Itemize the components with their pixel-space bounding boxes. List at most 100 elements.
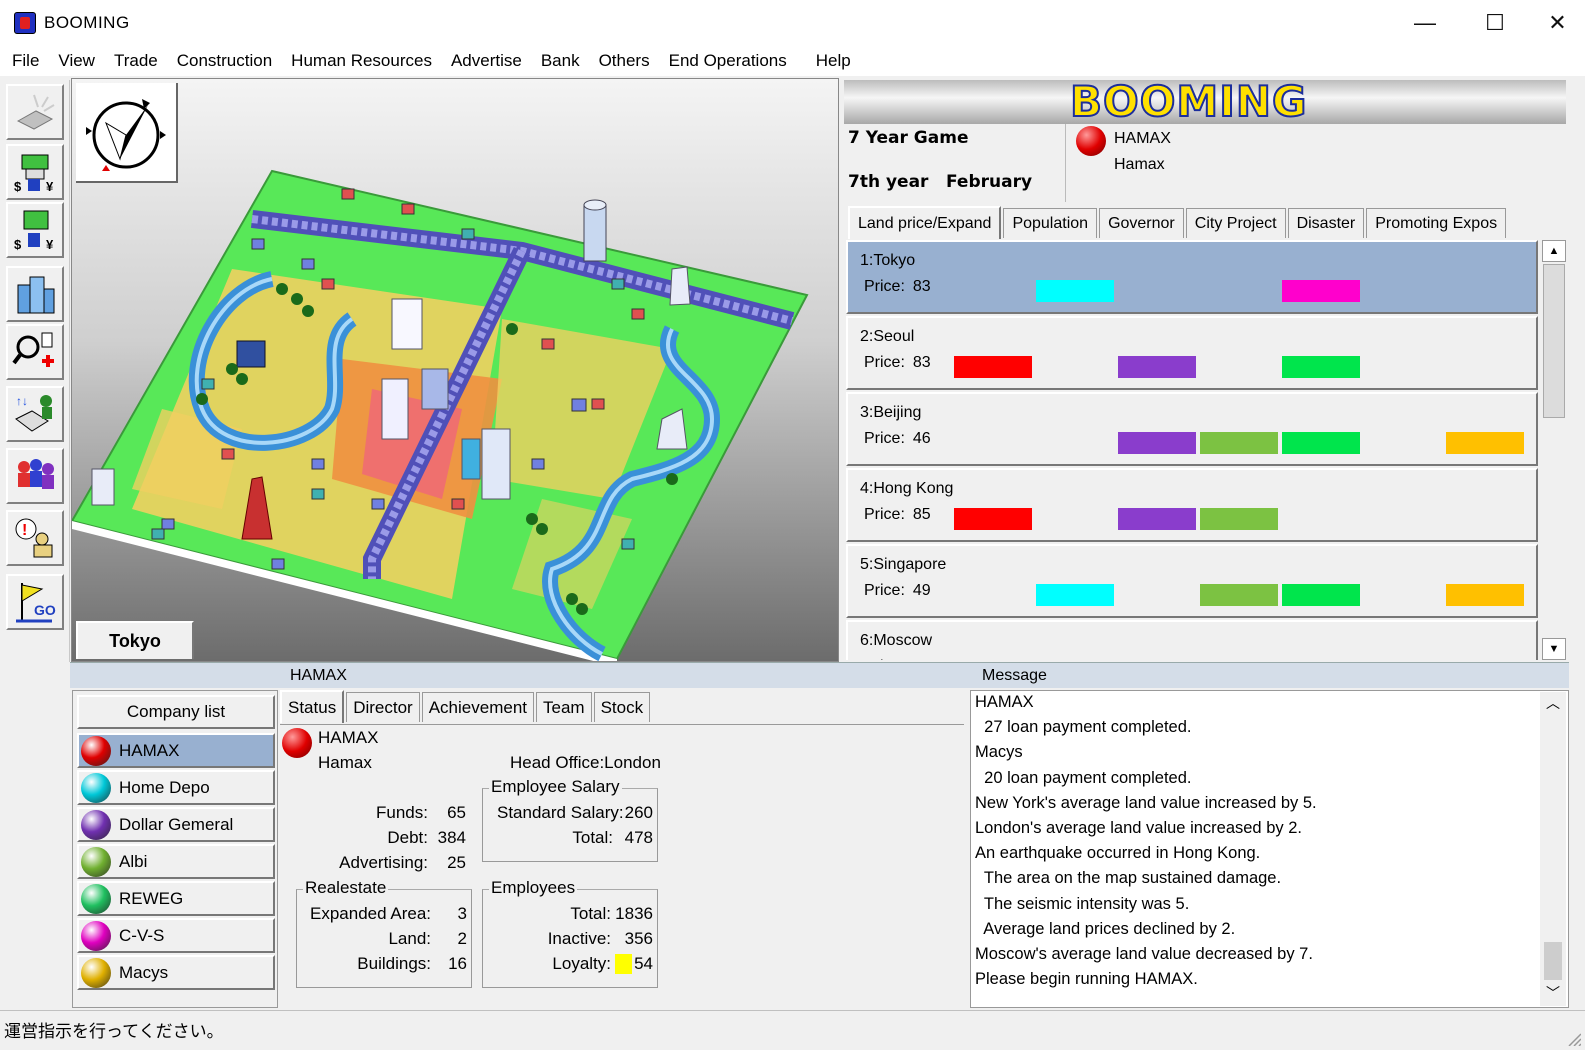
menu-help[interactable]: Help [808, 51, 859, 71]
total-employees-value: 1836 [615, 904, 653, 923]
tab-achievement[interactable]: Achievement [421, 692, 534, 722]
company-row[interactable]: REWEG [77, 881, 275, 916]
city-row[interactable]: 2:Seoul Price: 83 [846, 316, 1538, 390]
maximize-button[interactable]: ☐ [1460, 0, 1530, 46]
menu-bank[interactable]: Bank [533, 51, 588, 71]
price-label: Price: [864, 582, 905, 599]
tab-population[interactable]: Population [1003, 208, 1098, 238]
player-color-icon [1076, 126, 1106, 156]
svg-text:$: $ [14, 179, 22, 194]
city-name-tab[interactable]: Tokyo [76, 621, 194, 659]
company-row[interactable]: C-V-S [77, 918, 275, 953]
company-row[interactable]: Albi [77, 844, 275, 879]
menu-others[interactable]: Others [591, 51, 658, 71]
buy-sell-button[interactable]: $ ¥ [6, 144, 64, 200]
trade-button[interactable]: $ ¥ [6, 202, 64, 258]
company-list-panel: Company list HAMAX Home Depo Dollar Gemera… [72, 690, 278, 1008]
company-row[interactable]: Dollar Gemeral [77, 807, 275, 842]
price-value: 83 [912, 278, 931, 295]
company-expansion-marker [1118, 432, 1196, 454]
svg-text:$: $ [14, 237, 22, 252]
message-scroll-thumb[interactable] [1544, 942, 1562, 980]
city-row[interactable]: 3:Beijing Price: 46 [846, 392, 1538, 466]
menu-view[interactable]: View [50, 51, 103, 71]
company-color-icon [81, 846, 111, 877]
scroll-down-arrow-icon[interactable]: ▼ [1542, 638, 1566, 660]
search-add-button[interactable] [6, 324, 64, 380]
message-line: The area on the map sustained damage. [975, 869, 1282, 888]
city-map-view[interactable]: Tokyo [71, 78, 839, 662]
inactive-label: Inactive: [547, 929, 611, 948]
go-button[interactable]: GO [6, 574, 64, 630]
company-expansion-marker [1036, 280, 1114, 302]
company-name: Macys [119, 962, 169, 982]
booming-logo: BOOMING [1069, 80, 1308, 124]
minimize-icon: — [1414, 10, 1436, 35]
message-scrollbar[interactable]: ︿ ﹀ [1540, 692, 1566, 1006]
land-button[interactable] [6, 84, 64, 140]
message-line: Moscow's average land value decreased by… [975, 945, 1313, 963]
city-name: 5:Singapore [860, 556, 947, 573]
city-price: Price: 49 [864, 582, 931, 600]
company-row[interactable]: HAMAX [77, 733, 275, 768]
menu-trade[interactable]: Trade [106, 51, 166, 71]
scroll-thumb[interactable] [1543, 264, 1565, 418]
city-name: 6:Moscow [860, 632, 933, 649]
price-label: Price: [864, 354, 905, 371]
menu-advertise[interactable]: Advertise [443, 51, 530, 71]
menu-construction[interactable]: Construction [169, 51, 280, 71]
city-row[interactable]: 5:Singapore Price: 49 [846, 544, 1538, 618]
city-row[interactable]: 6:Moscow Price: 54 [846, 620, 1538, 660]
company-name: Dollar Gemeral [119, 814, 234, 834]
message-line: London's average land value increased by… [975, 819, 1302, 837]
expanded-area-value: 3 [457, 904, 467, 923]
alert-person-button[interactable]: ! [6, 510, 64, 566]
company-expansion-marker [1446, 432, 1524, 454]
app-window: BOOMING — ☐ ✕ File View Trade Constructi… [0, 0, 1585, 1050]
tab-promoting-expos[interactable]: Promoting Expos [1366, 208, 1507, 238]
minimize-button[interactable]: — [1390, 0, 1460, 46]
total-salary-value: 478 [624, 828, 653, 847]
menu-human-resources[interactable]: Human Resources [283, 51, 440, 71]
go-flag-icon: GO [16, 583, 56, 623]
close-button[interactable]: ✕ [1530, 0, 1585, 46]
tab-team[interactable]: Team [536, 692, 592, 722]
city-price: Price: 46 [864, 430, 931, 448]
tab-city-project[interactable]: City Project [1185, 208, 1286, 238]
price-label: Price: [864, 658, 905, 660]
head-office: Head Office:London [510, 753, 661, 772]
realestate-group: Realestate Expanded Area: 3 Land: 2 Buil… [296, 878, 472, 988]
compass-rotate-control[interactable] [76, 83, 178, 183]
transfer-button[interactable]: ↑↓ [6, 386, 64, 442]
people-button[interactable] [6, 448, 64, 504]
menu-end-operations[interactable]: End Operations [661, 51, 795, 71]
city-row[interactable]: 4:Hong Kong Price: 85 [846, 468, 1538, 542]
tab-land-price-expand[interactable]: Land price/Expand [848, 206, 1002, 239]
city-row[interactable]: 1:Tokyo Price: 83 [846, 240, 1538, 314]
message-log[interactable]: HAMAX 27 loan payment completed. Macys 20… [970, 690, 1569, 1008]
tab-director[interactable]: Director [346, 692, 420, 722]
company-expansion-marker [1200, 432, 1278, 454]
company-row[interactable]: Macys [77, 955, 275, 990]
scroll-up-arrow-icon[interactable]: ▲ [1542, 240, 1566, 262]
tab-status[interactable]: Status [280, 690, 345, 723]
company-expansion-marker [1282, 280, 1360, 302]
message-scroll-down-icon[interactable]: ﹀ [1540, 982, 1566, 1004]
company-name: REWEG [119, 888, 184, 908]
message-line: Macys [975, 743, 1023, 762]
tab-stock[interactable]: Stock [593, 692, 651, 722]
price-value: 85 [912, 506, 931, 523]
tab-governor[interactable]: Governor [1099, 208, 1184, 238]
message-line: New York's average land value increased … [975, 793, 1317, 812]
status-company-name: HAMAX [318, 728, 379, 747]
svg-text:GO: GO [34, 602, 56, 618]
resize-grip-icon[interactable] [1565, 1030, 1581, 1046]
company-expansion-marker [1118, 508, 1196, 530]
company-row[interactable]: Home Depo [77, 770, 275, 805]
building-button[interactable] [6, 266, 64, 322]
message-scroll-up-icon[interactable]: ︿ [1540, 692, 1566, 714]
tab-disaster[interactable]: Disaster [1287, 208, 1365, 238]
city-list-scrollbar[interactable]: ▲ ▼ [1542, 240, 1566, 660]
player-info: HAMAX Hamax [1074, 124, 1374, 202]
menu-file[interactable]: File [4, 51, 47, 71]
